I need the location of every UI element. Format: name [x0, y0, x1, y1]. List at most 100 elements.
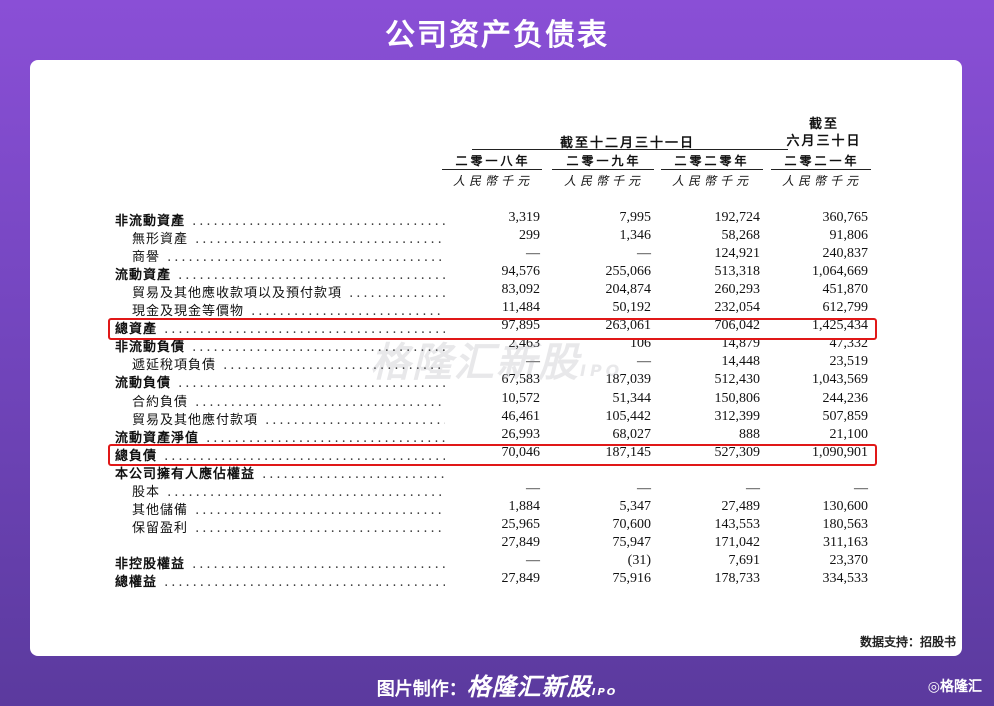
year-underline [442, 169, 542, 170]
corner-logo-text: 格隆汇 [940, 679, 982, 695]
value-cell: 150,806 [714, 390, 761, 406]
value-cell: 143,553 [714, 516, 761, 532]
year-header-2021: 二零二一年 [784, 154, 860, 168]
value-cell: 204,874 [605, 282, 652, 298]
value-cell: 75,916 [612, 571, 652, 586]
value-cell: 23,519 [829, 354, 869, 370]
value-cell: 178,733 [714, 571, 761, 586]
row-label-text: 商譽 [132, 250, 161, 266]
value-cell: 50,192 [612, 300, 652, 316]
value-cell: 612,799 [822, 300, 869, 316]
year-underline [771, 169, 871, 170]
footer-prefix: 图片制作： [376, 679, 467, 700]
unit-label: 人民幣千元 [452, 174, 533, 188]
year-header-2018: 二零一八年 [455, 154, 531, 168]
table-row: 非控股權益 ..................................… [30, 552, 962, 572]
value-cell: 299 [519, 228, 540, 244]
leader-dots: ........................................… [192, 214, 445, 229]
value-cell: 14,448 [721, 354, 761, 370]
leader-dots: ........................................… [251, 304, 445, 320]
unit-label: 人民幣千元 [671, 174, 752, 188]
value-cell: 124,921 [714, 246, 761, 262]
corner-logo: ◎格隆汇 [928, 676, 982, 696]
value-cell: 7,995 [619, 210, 652, 225]
value-cell: 130,600 [822, 498, 869, 514]
row-label-text: 保留盈利 [132, 520, 189, 536]
value-cell: 27,489 [721, 498, 761, 514]
value-cell: 192,724 [714, 210, 761, 225]
row-label: 合約負債 ...................................… [132, 391, 445, 410]
leader-dots: ........................................… [195, 502, 445, 518]
value-cell: — [637, 246, 651, 262]
table-row: 股本 .....................................… [30, 480, 962, 500]
row-label: 流動資產淨值 .................................… [115, 427, 445, 446]
leader-dots: ........................................… [195, 394, 445, 410]
value-cell: — [526, 480, 540, 496]
leader-dots: ........................................… [164, 575, 445, 590]
period-underline [472, 149, 788, 150]
value-cell: 451,870 [822, 282, 869, 298]
value-cell: — [526, 246, 540, 262]
watermark-suffix: IPO [580, 361, 624, 380]
value-cell: 27,849 [501, 571, 541, 586]
table-row: 貿易及其他應付款項 ..............................… [30, 408, 962, 428]
value-cell: 334,533 [822, 571, 869, 586]
table-row: 流動資產 ...................................… [30, 264, 962, 283]
corner-logo-icon: ◎ [927, 679, 940, 695]
june-header-line1: 截至 [808, 117, 839, 132]
unit-label: 人民幣千元 [781, 174, 862, 188]
row-label-text: 本公司擁有人應佔權益 [115, 466, 256, 482]
row-label: 流動資產 ...................................… [115, 264, 445, 283]
value-cell: 311,163 [823, 534, 868, 550]
leader-dots: ........................................… [195, 520, 445, 536]
value-cell: 240,837 [822, 246, 869, 262]
table-row: 現金及現金等價物 ...............................… [30, 300, 962, 319]
row-label-text: 股本 [132, 484, 161, 500]
value-cell: 105,442 [605, 408, 652, 424]
table-row: 無形資產 ...................................… [30, 228, 962, 248]
value-cell: 260,293 [714, 282, 761, 298]
total-liabilities-highlight [108, 444, 877, 466]
value-cell: 27,849 [501, 534, 541, 550]
balance-sheet-table: 截至十二月三十一日 截至 六月三十日 二零一八年 二零一九年 二零二零年 二零二… [30, 60, 962, 656]
table-row: 流動資產淨值 .................................… [30, 427, 962, 446]
value-cell: 7,691 [728, 552, 761, 568]
row-label-text: 其他儲備 [132, 502, 189, 518]
year-underline [552, 169, 654, 170]
value-cell: 255,066 [605, 264, 652, 280]
table-row: 貿易及其他應收款項以及預付款項 ........................… [30, 282, 962, 302]
value-cell: — [526, 552, 540, 568]
row-label-text: 無形資產 [132, 232, 189, 248]
row-label-text: 非控股權益 [115, 556, 186, 572]
row-label-text: 總權益 [115, 575, 158, 590]
watermark: 格隆汇新股IPO [370, 330, 623, 388]
table-row: 保留盈利 ...................................… [30, 516, 962, 536]
row-label-text: 合約負債 [132, 394, 189, 410]
value-cell: 1,043,569 [812, 372, 868, 388]
table-row: 其他儲備 ...................................… [30, 498, 962, 518]
footer-brand: 格隆汇新股 [466, 673, 592, 701]
row-label: 非控股權益 ..................................… [115, 553, 445, 572]
leader-dots: ........................................… [349, 286, 445, 302]
value-cell: 94,576 [501, 264, 541, 280]
leader-dots: ........................................… [262, 466, 445, 482]
watermark-brand: 格隆汇新股 [370, 340, 580, 386]
value-cell: 3,319 [508, 210, 541, 225]
year-header-2019: 二零一九年 [566, 154, 642, 168]
value-cell: 360,765 [822, 210, 869, 225]
row-label-text: 流動負債 [115, 376, 172, 392]
row-label: 貿易及其他應付款項 ..............................… [132, 409, 445, 428]
row-label: 總權益 ....................................… [115, 571, 445, 590]
row-label: 現金及現金等價物 ...............................… [132, 300, 445, 319]
table-row: 商譽 .....................................… [30, 246, 962, 266]
page-title: 公司资产负债表 [385, 18, 609, 53]
table-row: 總權益 ....................................… [30, 571, 962, 590]
leader-dots: ........................................… [167, 484, 445, 500]
value-cell: 1,064,669 [812, 264, 868, 280]
value-cell: 51,344 [612, 390, 652, 406]
row-label-text: 貿易及其他應收款項以及預付款項 [132, 286, 343, 302]
row-label: 股本 .....................................… [132, 481, 445, 500]
row-label-text: 現金及現金等價物 [132, 304, 245, 320]
value-cell: 1,346 [619, 228, 652, 244]
leader-dots: ........................................… [192, 556, 445, 572]
